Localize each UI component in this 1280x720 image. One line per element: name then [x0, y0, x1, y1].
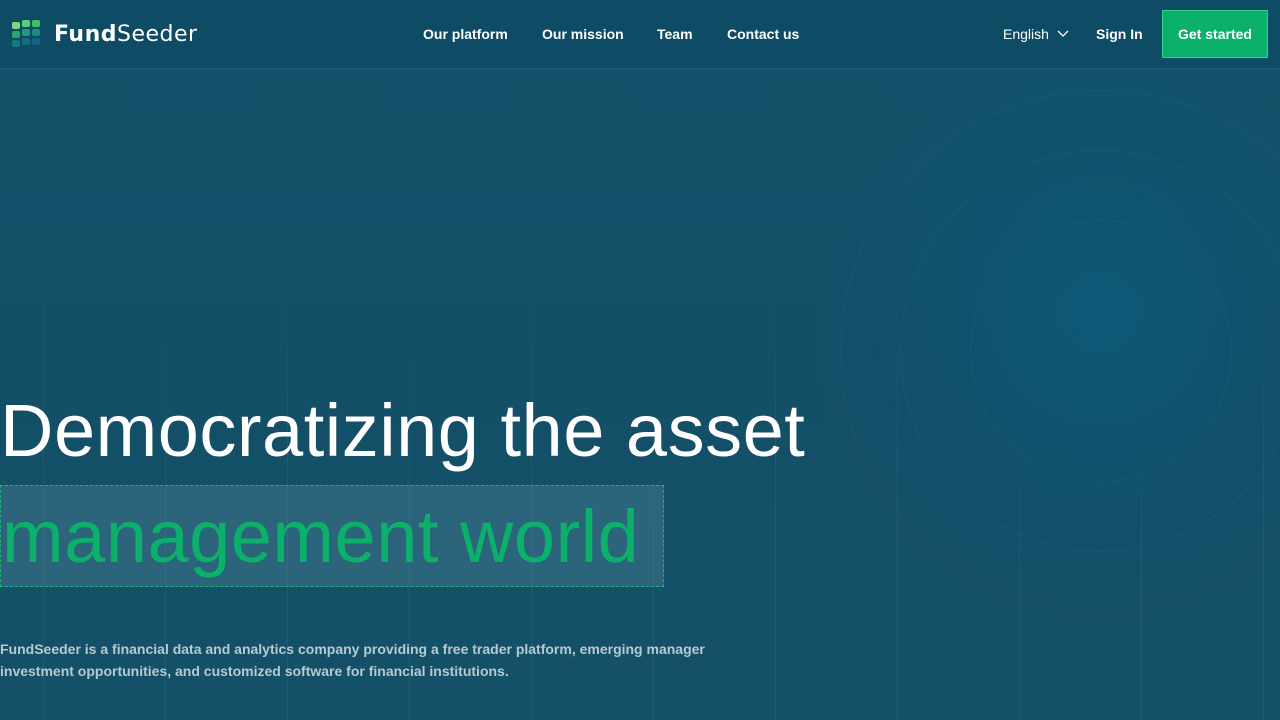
- brand-name-part1: Fund: [54, 22, 118, 47]
- brand-logo-link[interactable]: FundSeeder: [12, 19, 198, 51]
- fundseeder-logo-mark-icon: [12, 20, 40, 47]
- grid-line: [1263, 320, 1264, 720]
- grid-line: [1141, 430, 1142, 720]
- grid-line: [775, 290, 776, 720]
- nav-item-our-platform[interactable]: Our platform: [423, 24, 508, 44]
- grid-line: [1019, 440, 1020, 720]
- nav-item-contact-us[interactable]: Contact us: [727, 24, 799, 44]
- hero-description: FundSeeder is a financial data and analy…: [0, 641, 705, 679]
- hero-title-line1: Democratizing the asset: [0, 389, 806, 472]
- background-grid-lines: [0, 0, 1280, 720]
- landing-page: FundSeeder Our platform Our mission Team…: [0, 0, 1280, 720]
- nav-item-team[interactable]: Team: [657, 24, 693, 44]
- chevron-down-icon: [1057, 30, 1069, 37]
- sign-in-link[interactable]: Sign In: [1096, 24, 1143, 44]
- language-selector[interactable]: English: [1003, 24, 1069, 44]
- nav-item-our-mission[interactable]: Our mission: [542, 24, 624, 44]
- hero-title-line2: management world: [2, 495, 640, 578]
- get-started-button[interactable]: Get started: [1162, 10, 1268, 58]
- brand-name-part2: Seeder: [117, 22, 198, 47]
- grid-line: [897, 280, 898, 720]
- site-header: FundSeeder Our platform Our mission Team…: [0, 0, 1280, 69]
- language-label: English: [1003, 26, 1049, 42]
- brand-name: FundSeeder: [54, 20, 198, 50]
